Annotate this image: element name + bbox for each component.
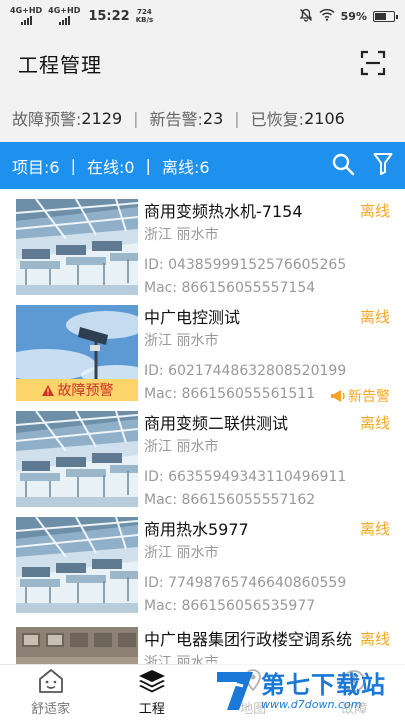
project-id: ID: 66355949343110496911 — [144, 469, 347, 485]
home-face-icon — [37, 666, 65, 696]
online-count[interactable]: 在线:0 — [87, 154, 135, 178]
alarm-summary: 故障预警: 2129 | 新告警: 23 | 已恢复: 2106 — [0, 94, 405, 142]
project-location: 浙江 丽水市 — [144, 439, 219, 455]
project-location: 浙江 丽水市 — [144, 545, 219, 561]
project-card[interactable]: 商用热水5977 离线浙江 丽水市 ID: 77498765746640860559… — [0, 514, 405, 618]
project-thumbnail: 故障预警 — [16, 305, 138, 401]
tab-label: 舒适家 — [31, 702, 71, 717]
project-location: 浙江 丽水市 — [144, 227, 219, 243]
project-mac: Mac: 866156055557162 — [144, 492, 316, 508]
filter-button[interactable] — [373, 152, 393, 180]
tab-comfort-home[interactable]: 舒适家 — [0, 665, 101, 720]
project-status: 离线 — [359, 520, 390, 538]
wifi-icon — [319, 8, 335, 24]
project-card[interactable]: 中广电器集团行政楼空调系统 离线 浙江 丽水市 — [0, 624, 405, 664]
fault-warning-tag: 故障预警 — [16, 379, 138, 401]
new-alarm-label: 新告警: — [149, 110, 203, 129]
recovered-label: 已恢复: — [250, 110, 305, 129]
search-button[interactable] — [331, 152, 355, 180]
project-name: 中广电器集团行政楼空调系统 — [144, 630, 353, 649]
watermark-title: 第七下载站 — [261, 670, 386, 699]
battery-percent: 59% — [340, 9, 367, 23]
project-name: 中广电控测试 — [144, 308, 241, 327]
tab-project[interactable]: 工程 — [101, 665, 202, 720]
project-thumbnail — [16, 627, 138, 664]
project-status: 离线 — [359, 630, 390, 648]
project-status: 离线 — [359, 414, 390, 432]
project-mac: Mac: 866156055561511 — [144, 386, 316, 402]
watermark-url: www.d7down.com — [261, 697, 362, 711]
filter-bar: 项目:6 | 在线:0 | 离线:6 — [0, 142, 405, 189]
project-card[interactable]: 商用变频二联供测试 离线浙江 丽水市 ID: 6635594934311049691… — [0, 408, 405, 512]
project-name: 商用热水5977 — [144, 520, 249, 539]
project-name: 商用变频热水机-7154 — [144, 202, 303, 221]
project-thumbnail — [16, 411, 138, 507]
project-thumbnail — [16, 517, 138, 613]
project-card[interactable]: 故障预警 中广电控测试 离线浙江 丽水市 ID: 602174486328085201… — [0, 302, 405, 406]
separator: | — [70, 156, 76, 175]
project-id: ID: 04385999152576605265 — [144, 257, 347, 273]
search-icon — [332, 153, 355, 175]
project-location: 浙江 丽水市 — [144, 333, 219, 349]
filter-icon — [373, 152, 393, 175]
project-list[interactable]: 商用变频热水机-7154 离线 浙江 丽水市 ID: 0438599915257660… — [0, 196, 405, 664]
fault-warning-label: 故障预警: — [12, 110, 82, 129]
fault-warning-count: 2129 — [81, 108, 123, 128]
new-alarm-badge[interactable]: 新告警 — [330, 386, 390, 406]
project-count[interactable]: 项目:6 — [12, 154, 60, 178]
tab-label: 工程 — [138, 702, 165, 717]
page-title: 工程管理 — [18, 52, 102, 77]
project-status: 离线 — [359, 202, 390, 220]
separator: | — [133, 108, 139, 128]
speed-unit: KB/s — [135, 16, 154, 24]
network-type-2: 4G+HD — [48, 6, 81, 15]
fault-warning-text: 故障预警 — [57, 383, 114, 399]
d7-logo-icon — [217, 672, 253, 710]
network-speed: 724 KB/s — [136, 8, 153, 24]
project-mac: Mac: 866156055557154 — [144, 280, 316, 296]
signal-icon: 4G+HD — [10, 7, 42, 25]
separator: | — [145, 156, 151, 175]
new-alarm-text: 新告警 — [348, 389, 390, 405]
project-card[interactable]: 商用变频热水机-7154 离线浙江 丽水市 ID: 0438599915257660… — [0, 196, 405, 300]
recovered-count: 2106 — [304, 108, 345, 128]
project-status: 离线 — [359, 308, 390, 326]
warning-icon — [41, 384, 54, 396]
project-mac: Mac: 866156056535977 — [144, 598, 316, 614]
battery-icon — [373, 10, 398, 22]
app-header: 工程管理 — [0, 32, 405, 94]
project-thumbnail — [16, 199, 138, 295]
site-watermark: 第七下载站 www.d7down.com — [205, 662, 405, 720]
status-bar: 4G+HD 4G+HD 15:22 724 KB/s 59% — [0, 0, 405, 32]
signal-icon-2: 4G+HD — [48, 7, 80, 25]
layers-icon — [137, 666, 167, 696]
megaphone-icon — [331, 390, 345, 402]
speed-value: 724 — [137, 8, 152, 16]
separator: | — [234, 108, 240, 128]
network-type-1: 4G+HD — [10, 6, 43, 15]
offline-count[interactable]: 离线:6 — [162, 154, 210, 178]
status-time: 15:22 — [88, 8, 130, 24]
scan-button[interactable] — [359, 49, 387, 77]
project-id: ID: 77498765746640860559 — [144, 575, 347, 591]
project-name: 商用变频二联供测试 — [144, 414, 289, 433]
project-id: ID: 60217448632808520199 — [144, 363, 347, 379]
new-alarm-count: 23 — [202, 108, 224, 128]
mute-icon — [299, 8, 313, 25]
scan-icon — [360, 50, 386, 76]
